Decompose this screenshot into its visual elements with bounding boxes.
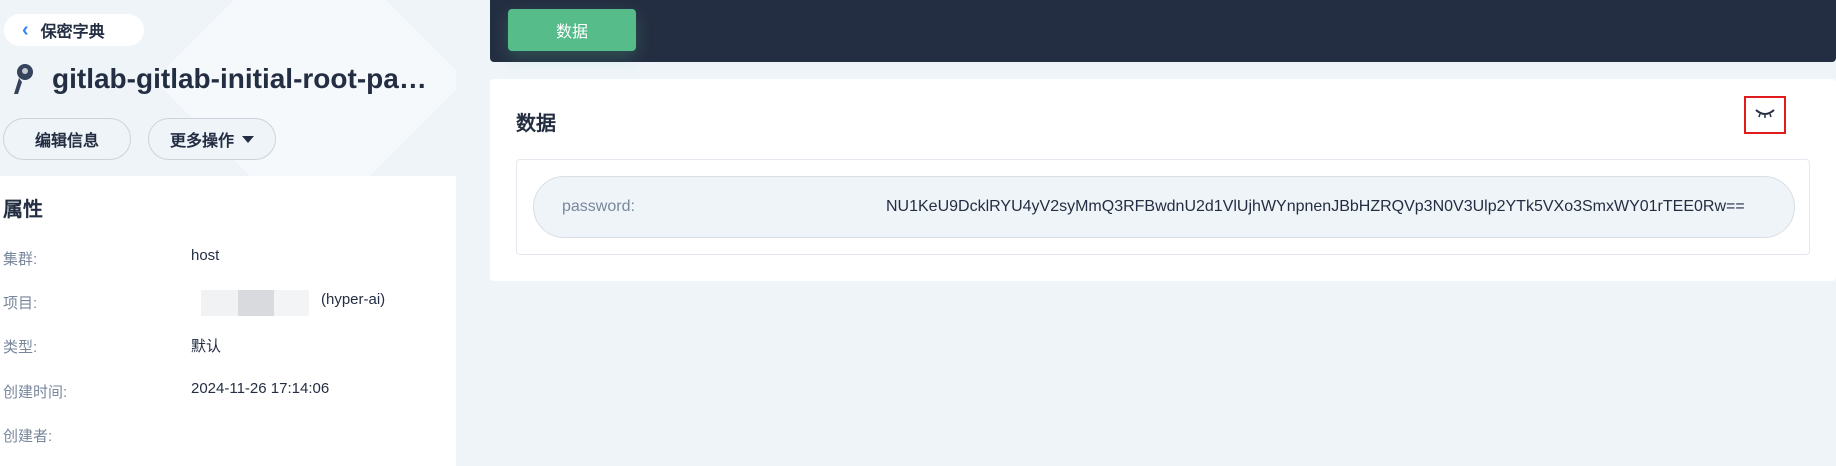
prop-value-type: 默认	[191, 338, 222, 355]
prop-value-created-at: 2024-11-26 17:14:06	[191, 380, 330, 397]
edit-info-label: 编辑信息	[34, 133, 99, 150]
key-icon	[8, 62, 38, 96]
back-label: 保密字典	[40, 24, 105, 41]
caret-down-icon	[242, 135, 254, 143]
redacted-block	[201, 290, 239, 316]
detail-sidebar: ‹ 保密字典 gitlab-gitlab-initial-root-pass..…	[0, 0, 456, 466]
tab-bar	[490, 0, 1836, 62]
more-actions-label: 更多操作	[169, 133, 234, 150]
redacted-block	[274, 290, 309, 316]
data-entry: password: NU1KeU9DcklRYU4yV2syMmQ3RFBwdn…	[533, 176, 1795, 238]
eye-closed-icon	[1754, 106, 1776, 124]
toggle-visibility-button[interactable]	[1744, 96, 1786, 134]
data-entry-key: password:	[562, 198, 635, 215]
edit-info-button[interactable]: 编辑信息	[3, 118, 131, 160]
data-card-title: 数据	[516, 113, 556, 135]
prop-value-cluster: host	[191, 247, 220, 264]
prop-label-creator: 创建者:	[3, 428, 53, 445]
more-actions-button[interactable]: 更多操作	[148, 118, 276, 160]
tab-data-label: 数据	[555, 24, 588, 41]
tab-data[interactable]: 数据	[508, 9, 636, 51]
back-button[interactable]: ‹ 保密字典	[4, 14, 144, 46]
data-card: 数据 password: NU1KeU9DcklRYU4yV2syMmQ3RFB…	[490, 79, 1836, 281]
redacted-block	[238, 290, 274, 316]
title-row: gitlab-gitlab-initial-root-pass...	[8, 62, 432, 96]
prop-label-cluster: 集群:	[3, 251, 38, 268]
prop-label-type: 类型:	[3, 339, 38, 356]
properties-title: 属性	[3, 199, 43, 221]
prop-label-created-at: 创建时间:	[3, 384, 68, 401]
prop-label-project: 项目:	[3, 295, 38, 312]
prop-value-project: (hyper-ai)	[321, 291, 386, 308]
data-entry-value: NU1KeU9DcklRYU4yV2syMmQ3RFBwdnU2d1VlUjhW…	[886, 198, 1745, 215]
data-entries-container: password: NU1KeU9DcklRYU4yV2syMmQ3RFBwdn…	[516, 159, 1810, 255]
page-title: gitlab-gitlab-initial-root-pass...	[52, 63, 432, 94]
chevron-left-icon: ‹	[22, 19, 29, 41]
